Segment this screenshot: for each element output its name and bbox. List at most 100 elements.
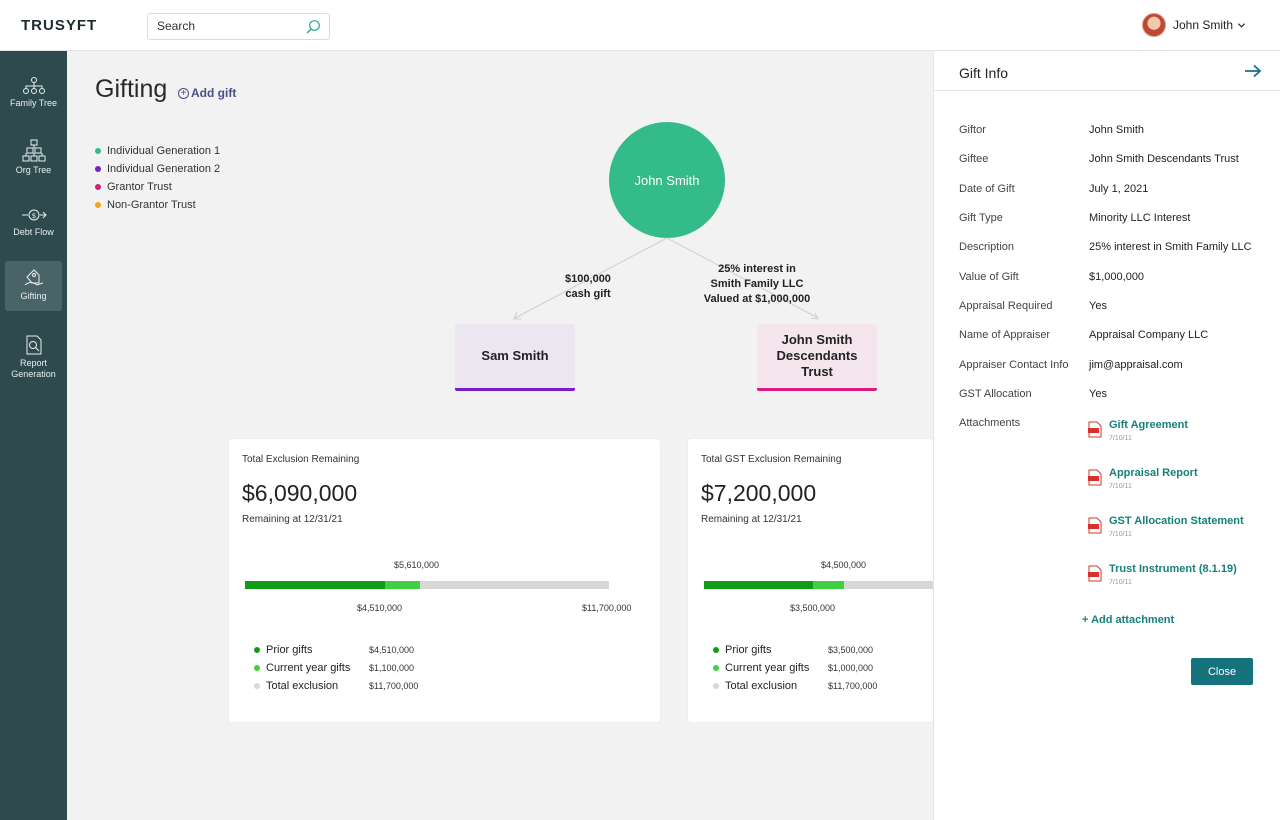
user-menu[interactable]: John Smith: [1142, 13, 1246, 37]
card-subtitle: Remaining at 12/31/21: [242, 514, 343, 525]
edge-label-line: cash gift: [565, 288, 611, 300]
tree-node-sam-smith[interactable]: Sam Smith: [455, 324, 575, 391]
legend-label: Individual Generation 1: [107, 145, 221, 157]
card-legend-row: Total exclusion $11,700,000: [254, 677, 418, 695]
bar-prior-label: $3,500,000: [790, 603, 836, 613]
sidebar-item-report-generation[interactable]: Report Generation: [5, 334, 62, 384]
legend-item: Individual Generation 2: [95, 160, 220, 178]
gst-exclusion-bar: [704, 581, 933, 589]
node-label: Sam Smith: [481, 348, 549, 363]
card-subtitle: Remaining at 12/31/21: [701, 514, 802, 525]
card-legend-row: Prior gifts $4,510,000: [254, 641, 418, 659]
sidebar-item-gifting[interactable]: Gifting: [5, 261, 62, 311]
edge-label-line: Smith Family LLC: [710, 278, 804, 290]
sidebar-item-org-tree[interactable]: Org Tree: [5, 137, 62, 187]
bar-total-label: $11,700,000: [582, 603, 632, 613]
pdf-file-icon: [1088, 565, 1102, 582]
info-value: John Smith Descendants Trust: [1089, 153, 1239, 165]
report-icon: [26, 335, 41, 355]
add-gift-label: Add gift: [191, 86, 237, 100]
pdf-file-icon: [1088, 421, 1102, 438]
legend-label: Grantor Trust: [107, 181, 172, 193]
panel-header: Gift Info: [934, 51, 1280, 91]
gifting-icon: [24, 269, 43, 286]
bar-current-gifts: [385, 581, 420, 589]
legend-name: Total exclusion: [266, 680, 339, 692]
chevron-down-icon[interactable]: [1237, 21, 1246, 30]
attachment-item[interactable]: GST Allocation Statement 7/10/11: [1088, 515, 1244, 538]
legend-dot-dark-green: [254, 647, 260, 653]
legend-value: $1,100,000: [369, 663, 415, 673]
attachment-link[interactable]: GST Allocation Statement: [1109, 515, 1244, 527]
sidebar-item-label: Report Generation: [11, 358, 56, 379]
search-icon[interactable]: [305, 19, 321, 35]
attachment-link[interactable]: Trust Instrument (8.1.19): [1109, 563, 1237, 575]
info-label: Giftor: [959, 124, 986, 136]
legend-value: $3,500,000: [828, 645, 874, 655]
tree-node-descendants-trust[interactable]: John Smith Descendants Trust: [757, 324, 877, 391]
attachment-item[interactable]: Appraisal Report 7/10/11: [1088, 467, 1198, 490]
info-label: Attachments: [959, 417, 1021, 429]
attachment-link[interactable]: Appraisal Report: [1109, 467, 1198, 479]
legend-dot-orange: [95, 202, 101, 208]
info-value: Appraisal Company LLC: [1089, 329, 1209, 341]
info-value: Yes: [1089, 388, 1107, 400]
pdf-file-icon: [1088, 517, 1102, 534]
user-name[interactable]: John Smith: [1173, 18, 1233, 32]
sidebar-item-debt-flow[interactable]: $ Debt Flow: [5, 202, 62, 252]
attachment-item[interactable]: Gift Agreement 7/10/11: [1088, 419, 1188, 442]
legend-dot-dark-green: [713, 647, 719, 653]
legend-label: Individual Generation 2: [107, 163, 221, 175]
legend-dot-light-green: [254, 665, 260, 671]
info-value: jim@appraisal.com: [1089, 359, 1183, 371]
arrow-right-icon[interactable]: [1244, 64, 1262, 78]
legend-dot-pink: [95, 184, 101, 190]
card-legend-row: Prior gifts $3,500,000: [713, 641, 877, 659]
sidebar-item-label: Debt Flow: [13, 227, 54, 237]
search-box[interactable]: [147, 13, 330, 40]
legend-name: Total exclusion: [725, 680, 798, 692]
card-amount: $6,090,000: [242, 480, 358, 506]
gst-exclusion-card: Total GST Exclusion Remaining $7,200,000…: [688, 439, 933, 722]
legend: Individual Generation 1 Individual Gener…: [95, 142, 220, 214]
plus-circle-icon: +: [178, 87, 189, 99]
bar-cumulative-label: $4,500,000: [821, 560, 867, 570]
legend-label: Non-Grantor Trust: [107, 199, 196, 211]
card-legend-row: Current year gifts $1,000,000: [713, 659, 877, 677]
bar-prior-gifts: [245, 581, 386, 589]
sidebar: Family Tree Org Tree $ Debt Flow Gifting…: [0, 51, 67, 820]
add-attachment-button[interactable]: + Add attachment: [1082, 614, 1174, 626]
legend-value: $4,510,000: [369, 645, 415, 655]
gift-info-panel: Gift Info Giftor John Smith Giftee John …: [933, 51, 1280, 820]
tree-root-node[interactable]: John Smith: [609, 122, 725, 238]
brand-logo[interactable]: TRUSYFT: [21, 17, 97, 34]
add-gift-button[interactable]: + Add gift: [178, 86, 236, 100]
info-label: Value of Gift: [959, 271, 1019, 283]
card-legend: Prior gifts $4,510,000 Current year gift…: [254, 641, 418, 695]
info-label: GST Allocation: [959, 388, 1032, 400]
info-label: Name of Appraiser: [959, 329, 1051, 341]
close-button[interactable]: Close: [1191, 658, 1253, 685]
attachment-date: 7/10/11: [1109, 531, 1132, 538]
attachment-date: 7/10/11: [1109, 435, 1132, 442]
sidebar-item-family-tree[interactable]: Family Tree: [5, 73, 62, 123]
legend-name: Current year gifts: [725, 662, 810, 674]
legend-dot-gray: [254, 683, 260, 689]
info-value: July 1, 2021: [1089, 183, 1149, 195]
sidebar-item-label: Gifting: [20, 291, 47, 301]
card-legend-row: Current year gifts $1,100,000: [254, 659, 418, 677]
sidebar-item-label: Org Tree: [15, 165, 52, 175]
bar-current-gifts: [812, 581, 844, 589]
legend-dot-light-green: [713, 665, 719, 671]
card-legend-row: Total exclusion $11,700,000: [713, 677, 877, 695]
attachment-link[interactable]: Gift Agreement: [1109, 419, 1188, 431]
avatar[interactable]: [1142, 13, 1166, 37]
bar-prior-gifts: [704, 581, 813, 589]
legend-name: Current year gifts: [266, 662, 351, 674]
legend-dot-purple: [95, 166, 101, 172]
legend-item: Individual Generation 1: [95, 142, 220, 160]
attachment-item[interactable]: Trust Instrument (8.1.19) 7/10/11: [1088, 563, 1237, 586]
info-value: John Smith: [1089, 124, 1145, 136]
search-input[interactable]: [157, 19, 297, 33]
info-value: Minority LLC Interest: [1089, 212, 1191, 224]
